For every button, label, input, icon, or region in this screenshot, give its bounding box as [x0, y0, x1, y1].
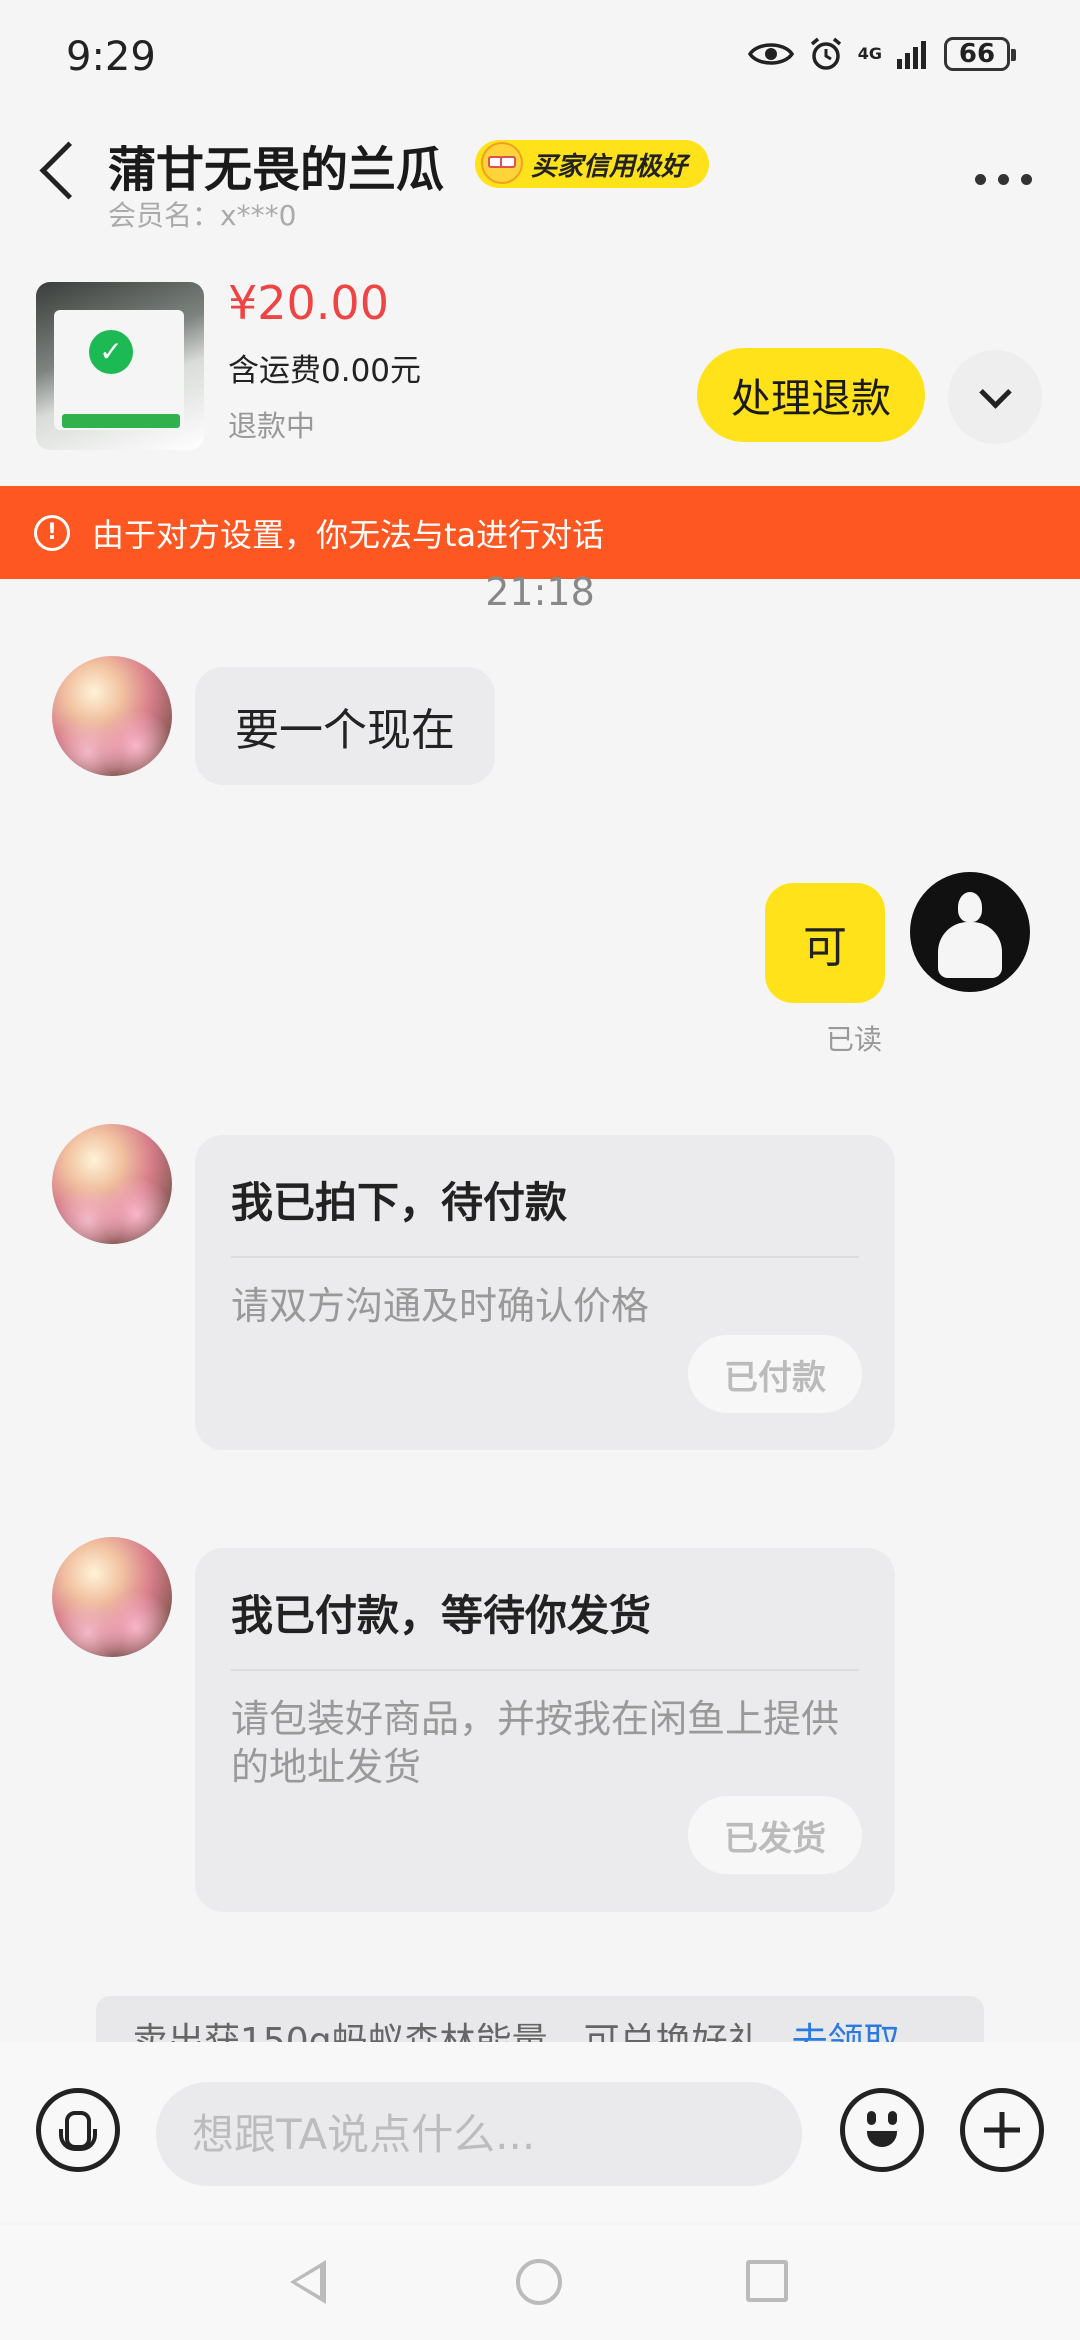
- expand-button[interactable]: [948, 350, 1042, 444]
- promo-link[interactable]: 去领取: [792, 2021, 900, 2042]
- shipping-info: 含运费0.00元: [228, 353, 422, 389]
- member-name: 会员名：x***0: [108, 199, 297, 232]
- process-refund-button[interactable]: 处理退款: [697, 348, 925, 442]
- warning-banner: ! 由于对方设置，你无法与ta进行对话: [0, 486, 1080, 579]
- chevron-down-icon: [978, 375, 1012, 409]
- warning-text: 由于对方设置，你无法与ta进行对话: [92, 515, 605, 554]
- card-title: 我已拍下，待付款: [231, 1178, 568, 1227]
- chat-title: 蒲甘无畏的兰瓜: [108, 142, 445, 198]
- card-description: 请包装好商品，并按我在闲鱼上提供的地址发货: [231, 1697, 840, 1789]
- signal-icon: [897, 41, 926, 69]
- emoji-icon: [845, 2093, 919, 2167]
- shipped-button[interactable]: 已发货: [688, 1796, 862, 1874]
- promo-text: 卖出获150g蚂蚁森林能量，可兑换好礼: [132, 2021, 764, 2042]
- nav-back-icon[interactable]: [290, 2260, 326, 2304]
- more-dots-icon[interactable]: [975, 174, 1032, 185]
- my-message-bubble[interactable]: 可: [765, 883, 885, 1003]
- paid-button[interactable]: 已付款: [688, 1335, 862, 1413]
- status-time: 9:29: [66, 34, 156, 80]
- order-status: 退款中: [228, 409, 316, 443]
- alarm-icon: [810, 37, 841, 70]
- divider: [231, 1256, 859, 1258]
- eye-icon: [747, 43, 794, 65]
- battery-indicator: 66: [944, 37, 1016, 71]
- message-bubble[interactable]: 要一个现在: [195, 667, 495, 785]
- card-description: 请双方沟通及时确认价格: [231, 1284, 650, 1328]
- promo-banner[interactable]: 卖出获150g蚂蚁森林能量，可兑换好礼 去领取: [96, 1996, 984, 2042]
- nav-recents-icon[interactable]: [746, 2260, 788, 2302]
- time-divider: 21:18: [485, 570, 595, 614]
- product-price: ¥20.00: [228, 276, 389, 330]
- network-type: 4G: [857, 44, 882, 63]
- cool-emoji-icon: [481, 142, 523, 184]
- credit-badge: 买家信用极好: [475, 140, 710, 188]
- nav-home-icon[interactable]: [516, 2259, 562, 2305]
- order-card-ordered[interactable]: 我已拍下，待付款 请双方沟通及时确认价格 已付款: [195, 1135, 895, 1450]
- card-title: 我已付款，等待你发货: [231, 1591, 652, 1640]
- check-icon: ✓: [89, 330, 133, 374]
- buyer-avatar[interactable]: [52, 1124, 172, 1244]
- message-input[interactable]: [156, 2082, 802, 2186]
- my-avatar[interactable]: [910, 872, 1030, 992]
- product-thumbnail[interactable]: ✓: [36, 282, 204, 450]
- voice-button[interactable]: [36, 2088, 120, 2172]
- emoji-button[interactable]: [840, 2088, 924, 2172]
- credit-badge-label: 买家信用极好: [531, 151, 688, 182]
- back-button[interactable]: [39, 141, 98, 200]
- buyer-avatar[interactable]: [52, 1537, 172, 1657]
- read-status: 已读: [826, 1023, 883, 1056]
- alert-circle-icon: !: [34, 514, 70, 551]
- plus-icon: [984, 2112, 1020, 2148]
- buyer-avatar[interactable]: [52, 656, 172, 776]
- order-card-paid[interactable]: 我已付款，等待你发货 请包装好商品，并按我在闲鱼上提供的地址发货 已发货: [195, 1548, 895, 1912]
- plus-button[interactable]: [960, 2088, 1044, 2172]
- status-icons: 4G 66: [747, 36, 1016, 72]
- microphone-icon: [59, 2111, 97, 2151]
- battery-level: 66: [958, 39, 996, 69]
- divider: [231, 1669, 859, 1671]
